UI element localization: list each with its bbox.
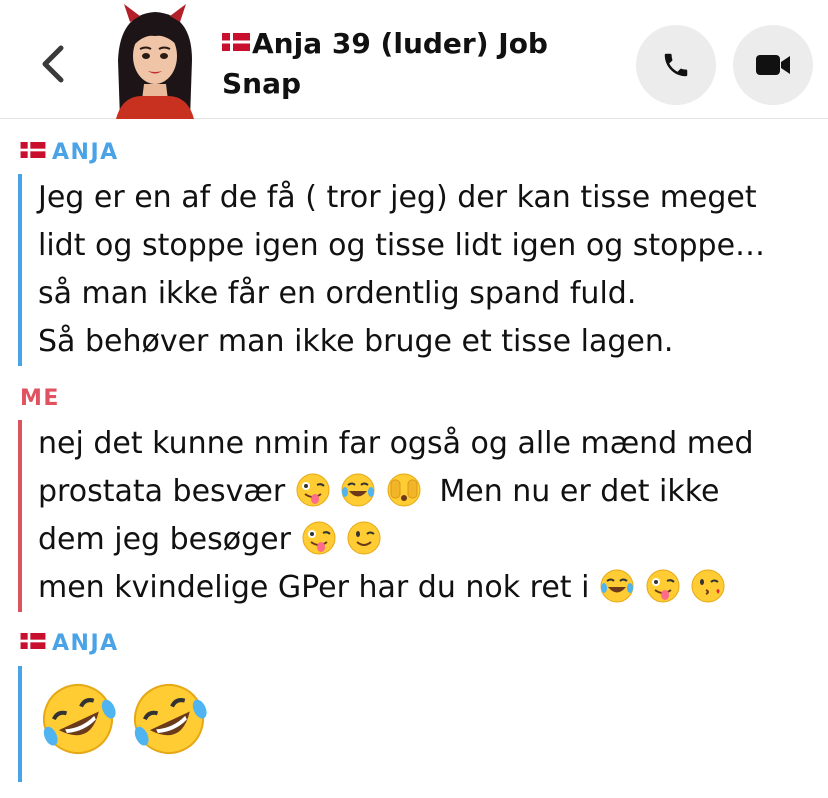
message-text: men kvindelige GPer har du nok ret i: [38, 564, 754, 612]
zany-face-icon: [646, 569, 680, 602]
rolling-on-floor-laughing-icon: [43, 684, 116, 754]
denmark-flag-icon: [20, 632, 46, 649]
tears-of-joy-icon: [341, 473, 375, 506]
sender-label: ANJA: [20, 140, 119, 165]
video-camera-icon: [756, 55, 790, 75]
message-text: nej det kunne nmin far også og alle mænd…: [38, 426, 754, 461]
sender-label: ANJA: [20, 631, 119, 656]
sender-label: ME: [20, 386, 60, 411]
message-text: Så behøver man ikke bruge et tisse lagen…: [38, 324, 674, 359]
winking-face-icon: [347, 521, 381, 554]
message-text: prostata besvær Men nu er det ikke: [38, 468, 754, 516]
avatar[interactable]: [100, 0, 210, 119]
chevron-left-icon: [42, 45, 64, 83]
zany-face-icon: [302, 521, 335, 554]
face-blowing-kiss-icon: [691, 569, 725, 602]
denmark-flag-icon: [20, 141, 46, 158]
message-bubble[interactable]: Jeg er en af de få ( tror jeg) der kan t…: [18, 174, 765, 366]
chat-header: Anja 39 (luder) Job Snap: [0, 0, 828, 119]
back-button[interactable]: [28, 40, 76, 88]
message-text: så man ikke får en ordentlig spand fuld.: [38, 276, 637, 311]
message-text: Jeg er en af de få ( tror jeg) der kan t…: [38, 180, 757, 215]
tears-of-joy-icon: [600, 569, 634, 602]
zany-face-icon: [296, 473, 330, 506]
chat-title[interactable]: Anja 39 (luder) Job Snap: [222, 24, 602, 104]
phone-icon: [664, 53, 688, 77]
rolling-on-floor-laughing-icon: [134, 684, 207, 754]
chat-title-line1: Anja 39 (luder) Job: [252, 27, 548, 60]
face-peeking-icon: [387, 473, 421, 506]
chat-title-line2: Snap: [222, 67, 302, 100]
call-button[interactable]: [636, 25, 716, 105]
message-bubble[interactable]: nej det kunne nmin far også og alle mænd…: [18, 420, 754, 612]
video-call-button[interactable]: [733, 25, 813, 105]
message-text: lidt og stoppe igen og tisse lidt igen o…: [38, 228, 766, 263]
denmark-flag-icon: [222, 33, 250, 51]
message-text: dem jeg besøger: [38, 516, 754, 564]
message-bubble[interactable]: [18, 666, 215, 782]
